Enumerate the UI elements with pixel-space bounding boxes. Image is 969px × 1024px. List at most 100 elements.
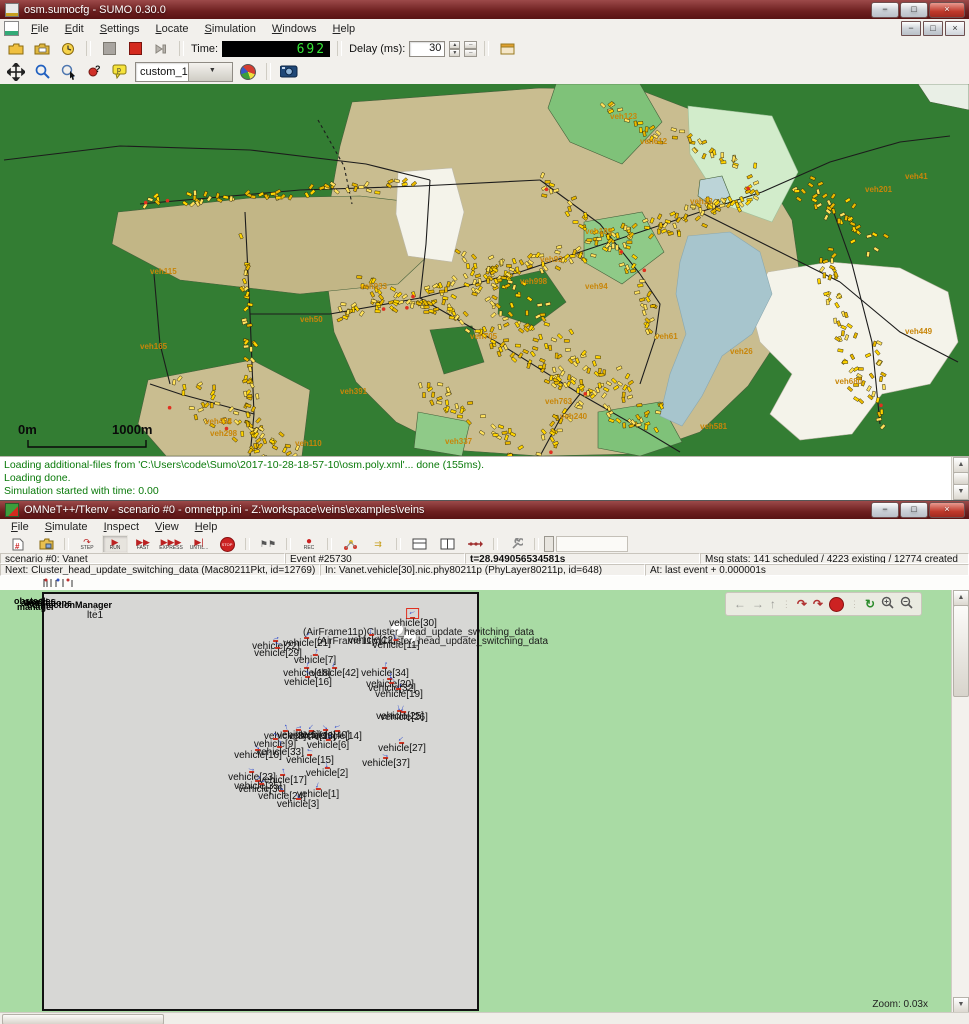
mdi-restore-button[interactable]: □ bbox=[923, 21, 943, 36]
scroll-up-icon[interactable]: ▲ bbox=[953, 590, 969, 606]
vehicle-id-label: veh50 bbox=[300, 315, 323, 324]
relayout-icon[interactable]: ↻ bbox=[865, 597, 875, 611]
sumo-menu-edit[interactable]: Edit bbox=[58, 21, 91, 37]
sumo-close-button[interactable]: × bbox=[929, 2, 965, 18]
mdi-close-button[interactable]: × bbox=[945, 21, 965, 36]
vehicle-marker bbox=[655, 411, 661, 415]
step-button[interactable] bbox=[150, 39, 172, 59]
omnet-menu-view[interactable]: View bbox=[148, 519, 186, 535]
delay-scroller[interactable]: ── bbox=[464, 41, 477, 57]
omnet-titlebar[interactable]: OMNeT++/Tkenv - scenario #0 - omnetpp.in… bbox=[0, 501, 969, 519]
record-button[interactable]: ●REC bbox=[296, 535, 322, 553]
until-button[interactable]: ▶|UNTIL... bbox=[186, 535, 212, 553]
run-until-module-icon[interactable]: ↷ bbox=[797, 597, 807, 611]
vehicle-marker bbox=[424, 305, 430, 309]
omnet-close-button[interactable]: × bbox=[929, 502, 965, 518]
omnet-minimize-button[interactable]: − bbox=[871, 502, 899, 518]
omnet-menu-help[interactable]: Help bbox=[188, 519, 225, 535]
node-vehicle-10-[interactable]: →vehicle[10] bbox=[234, 742, 282, 760]
parent-icon[interactable]: ↑ bbox=[770, 597, 776, 611]
open-network-icon[interactable] bbox=[31, 39, 53, 59]
vsplit-icon[interactable] bbox=[434, 535, 460, 553]
vehicle-marker bbox=[431, 392, 435, 398]
fast-until-module-icon[interactable]: ↷ bbox=[813, 597, 823, 611]
finish-flags-icon[interactable]: ⚑⚑ bbox=[255, 535, 281, 553]
open-config-icon[interactable] bbox=[5, 39, 27, 59]
sumo-menu-file[interactable]: File bbox=[24, 21, 56, 37]
timeline-icon[interactable] bbox=[462, 535, 488, 553]
log-scrollbar[interactable]: ▲ ▼ bbox=[951, 457, 969, 500]
scroll-down-icon[interactable]: ▼ bbox=[953, 484, 969, 500]
sumo-menu-simulation[interactable]: Simulation bbox=[198, 21, 263, 37]
delay-spinner[interactable]: ▲▼ bbox=[449, 41, 460, 57]
stop-icon[interactable] bbox=[829, 597, 844, 612]
express-button[interactable]: ▶▶▶EXPRESS bbox=[158, 535, 184, 553]
inspect-icon[interactable]: ? bbox=[83, 62, 105, 82]
log-line: Loading done. bbox=[4, 472, 969, 485]
incident-dot bbox=[584, 392, 588, 396]
zoom-icon[interactable] bbox=[31, 62, 53, 82]
hsplit-icon[interactable] bbox=[406, 535, 432, 553]
sumo-menu-help[interactable]: Help bbox=[326, 21, 363, 37]
svg-text:#: # bbox=[15, 542, 20, 551]
vehicle-marker bbox=[587, 239, 592, 242]
zoom-in-icon[interactable] bbox=[881, 596, 894, 612]
sumo-maximize-button[interactable]: □ bbox=[900, 2, 928, 18]
sumo-titlebar[interactable]: osm.sumocfg - SUMO 0.30.0 − □ × bbox=[0, 0, 969, 19]
sumo-menu-settings[interactable]: Settings bbox=[93, 21, 147, 37]
node-vehicle-19-[interactable]: →vehicle[19] bbox=[375, 681, 423, 699]
vehicle-marker bbox=[838, 349, 844, 352]
vehicle-id-label: veh26 bbox=[730, 347, 753, 356]
node-vehicle-3-[interactable]: →vehicle[3] bbox=[277, 791, 319, 809]
run-button[interactable] bbox=[98, 39, 120, 59]
vehicle-marker bbox=[753, 163, 756, 169]
forward-icon[interactable]: → bbox=[752, 597, 764, 611]
mdi-minimize-button[interactable]: − bbox=[901, 21, 921, 36]
omnet-menu-file[interactable]: File bbox=[4, 519, 36, 535]
omnet-menu-inspect[interactable]: Inspect bbox=[97, 519, 146, 535]
zoom-out-icon[interactable] bbox=[900, 596, 913, 612]
node-vehicle-26-[interactable]: →vehicle[26] bbox=[380, 704, 428, 722]
omnet-restore-button[interactable]: □ bbox=[900, 502, 928, 518]
omnet-network-canvas[interactable]: obstaclesannotationsconnectionManagerman… bbox=[0, 590, 952, 1013]
sumo-minimize-button[interactable]: − bbox=[871, 2, 899, 18]
node-vehicle-16-[interactable]: →vehicle[16] bbox=[284, 669, 332, 687]
scroll-down-icon[interactable]: ▼ bbox=[953, 997, 969, 1013]
back-icon[interactable]: ← bbox=[734, 597, 746, 611]
scroll-up-icon[interactable]: ▲ bbox=[953, 457, 969, 473]
run-button[interactable]: ▶RUN bbox=[102, 535, 128, 553]
sumo-map-canvas[interactable]: veh201veh13veh41veh50veh92veh998veh94veh… bbox=[0, 84, 969, 456]
delay-input[interactable]: 30 bbox=[409, 41, 445, 57]
options-wrench-icon[interactable] bbox=[503, 535, 529, 553]
screenshot-icon[interactable] bbox=[278, 62, 300, 82]
node-vehicle-2-[interactable]: →vehicle[2] bbox=[306, 760, 348, 778]
recenter-icon[interactable] bbox=[5, 62, 27, 82]
node-vehicle-37-[interactable]: →vehicle[37] bbox=[362, 750, 410, 768]
vehicle-marker bbox=[189, 406, 194, 409]
canvas-hscrollbar[interactable] bbox=[0, 1012, 969, 1024]
reload-icon[interactable] bbox=[57, 39, 79, 59]
node-vehicle-30-[interactable]: →vehicle[30] bbox=[389, 608, 437, 628]
color-wheel-icon[interactable] bbox=[237, 62, 259, 82]
view-scheme-select[interactable]: custom_1 ▼ bbox=[135, 62, 233, 82]
new-run-icon[interactable]: # bbox=[5, 535, 31, 553]
status-next-event: Next: Cluster_head_update_switching_data… bbox=[0, 564, 320, 576]
locate-icon[interactable] bbox=[57, 62, 79, 82]
stop-button[interactable]: STOP bbox=[214, 535, 240, 553]
vehicle-marker bbox=[564, 339, 569, 342]
fes-icon[interactable]: ⇉ bbox=[365, 535, 391, 553]
node-lte1[interactable]: | lte1 bbox=[87, 602, 103, 620]
step-button[interactable]: ↷STEP bbox=[74, 535, 100, 553]
canvas-vscrollbar[interactable]: ▲ ▼ bbox=[951, 590, 969, 1013]
open-file-icon[interactable] bbox=[33, 535, 59, 553]
omnet-menu-simulate[interactable]: Simulate bbox=[38, 519, 95, 535]
tooltip-icon[interactable]: p bbox=[109, 62, 131, 82]
fast-button[interactable]: ▶▶FAST bbox=[130, 535, 156, 553]
stop-button[interactable] bbox=[124, 39, 146, 59]
timeline-strip[interactable] bbox=[0, 576, 969, 591]
node-vehicle-11-[interactable]: →vehicle[11] bbox=[372, 632, 419, 650]
sumo-menu-locate[interactable]: Locate bbox=[148, 21, 195, 37]
sumo-menu-windows[interactable]: Windows bbox=[265, 21, 324, 37]
network-graph-icon[interactable] bbox=[337, 535, 363, 553]
new-view-icon[interactable] bbox=[496, 39, 518, 59]
